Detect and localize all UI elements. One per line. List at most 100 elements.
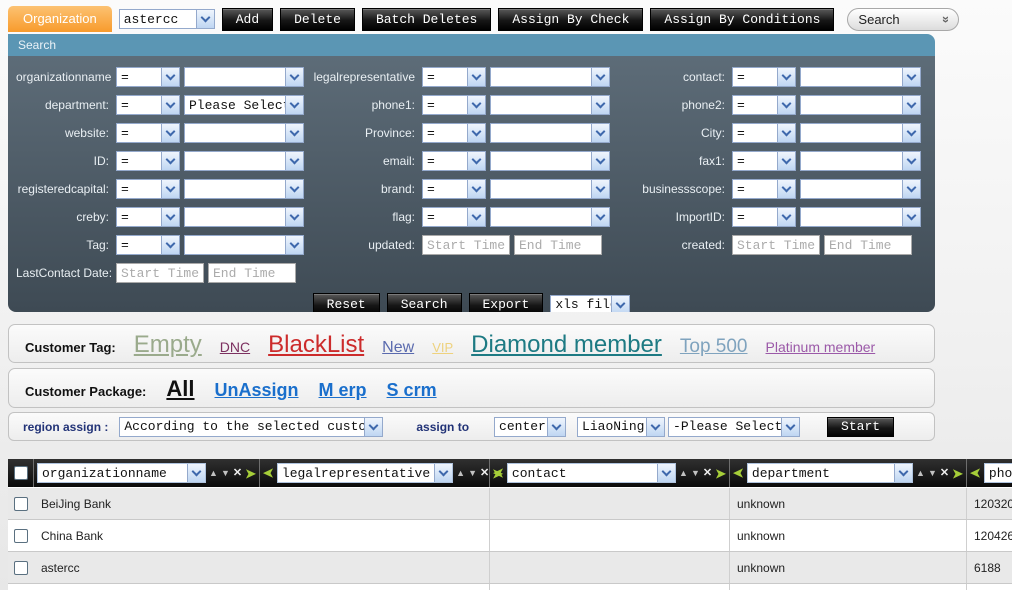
assign-by-conditions-button[interactable]: Assign By Conditions	[650, 8, 834, 31]
entity-select[interactable]: astercc	[119, 9, 215, 29]
export-format-select[interactable]: xls file	[550, 295, 630, 313]
sort-asc-icon[interactable]: ▲	[209, 469, 218, 478]
move-column-left-icon[interactable]: ➤	[263, 467, 274, 480]
tag-link-blacklist[interactable]: BlackList	[268, 331, 364, 359]
column-field-select-1[interactable]: organizationname	[37, 463, 206, 483]
businessscope-value-select[interactable]	[800, 179, 921, 199]
city-operator-select[interactable]: =	[732, 123, 796, 143]
column-field-select-4[interactable]: department	[747, 463, 913, 483]
created-start-time-input[interactable]	[732, 235, 820, 255]
department-value-select[interactable]: Please Select	[184, 95, 304, 115]
export-button[interactable]: Export	[469, 293, 544, 312]
delete-button[interactable]: Delete	[280, 8, 355, 31]
sort-desc-icon[interactable]: ▼	[468, 469, 477, 478]
search-collapse-toggle[interactable]: Search «	[847, 8, 959, 31]
move-column-left-icon[interactable]: ➤	[970, 467, 981, 480]
website-value-select[interactable]	[184, 123, 304, 143]
column-field-select-2[interactable]: legalrepresentative	[277, 463, 453, 483]
move-column-right-icon[interactable]: ➤	[715, 467, 726, 480]
move-column-left-icon[interactable]: ➤	[493, 467, 504, 480]
package-link-s-crm[interactable]: S crm	[387, 380, 437, 401]
fax1-operator-select[interactable]: =	[732, 151, 796, 171]
row-checkbox[interactable]	[14, 529, 28, 543]
remove-column-icon[interactable]: ✕	[233, 468, 242, 479]
sort-desc-icon[interactable]: ▼	[221, 469, 230, 478]
organizationname-value-select[interactable]	[184, 67, 304, 87]
phone2-operator-select[interactable]: =	[732, 95, 796, 115]
sort-asc-icon[interactable]: ▲	[456, 469, 465, 478]
assign-by-check-button[interactable]: Assign By Check	[498, 8, 643, 31]
column-field-select-5[interactable]: phone1	[984, 463, 1012, 483]
search-button[interactable]: Search	[387, 293, 462, 312]
tag-operator-select[interactable]: =	[116, 235, 180, 255]
row-checkbox[interactable]	[14, 497, 28, 511]
legalrepresentative-value-select[interactable]	[490, 67, 610, 87]
remove-column-icon[interactable]: ✕	[703, 468, 712, 479]
contact-value-select[interactable]	[800, 67, 921, 87]
tag-link-platinum-member[interactable]: Platinum member	[766, 339, 876, 355]
phone2-value-select[interactable]	[800, 95, 921, 115]
remove-column-icon[interactable]: ✕	[940, 468, 949, 479]
registeredcapital-value-select[interactable]	[184, 179, 304, 199]
created-end-time-input[interactable]	[824, 235, 912, 255]
tag-link-dnc[interactable]: DNC	[220, 339, 250, 355]
tab-organization[interactable]: Organization	[8, 6, 112, 32]
center-select[interactable]: center	[494, 417, 566, 437]
flag-operator-select[interactable]: =	[422, 207, 486, 227]
email-operator-select[interactable]: =	[422, 151, 486, 171]
importid-value-select[interactable]	[800, 207, 921, 227]
lastcontact-start-time-input[interactable]	[116, 263, 204, 283]
website-operator-select[interactable]: =	[116, 123, 180, 143]
city-assign-select[interactable]: -Please Select-	[668, 417, 800, 437]
tag-value-select[interactable]	[184, 235, 304, 255]
column-field-select-3[interactable]: contact	[507, 463, 676, 483]
id-value-select[interactable]	[184, 151, 304, 171]
batch-deletes-button[interactable]: Batch Deletes	[362, 8, 491, 31]
flag-value-select[interactable]	[490, 207, 610, 227]
registeredcapital-operator-select[interactable]: =	[116, 179, 180, 199]
reset-button[interactable]: Reset	[313, 293, 380, 312]
province-operator-select[interactable]: =	[422, 123, 486, 143]
city-value-select[interactable]	[800, 123, 921, 143]
move-column-right-icon[interactable]: ➤	[245, 467, 256, 480]
remove-column-icon[interactable]: ✕	[480, 468, 489, 479]
sort-asc-icon[interactable]: ▲	[679, 469, 688, 478]
importid-operator-select[interactable]: =	[732, 207, 796, 227]
tag-link-vip[interactable]: VIP	[432, 340, 453, 355]
tag-link-empty[interactable]: Empty	[134, 331, 202, 359]
province-assign-select[interactable]: LiaoNing	[577, 417, 665, 437]
brand-value-select[interactable]	[490, 179, 610, 199]
updated-start-time-input[interactable]	[422, 235, 510, 255]
brand-operator-select[interactable]: =	[422, 179, 486, 199]
row-checkbox[interactable]	[14, 561, 28, 575]
add-button[interactable]: Add	[222, 8, 273, 31]
sort-asc-icon[interactable]: ▲	[916, 469, 925, 478]
id-operator-select[interactable]: =	[116, 151, 180, 171]
phone1-operator-select[interactable]: =	[422, 95, 486, 115]
fax1-value-select[interactable]	[800, 151, 921, 171]
move-column-right-icon[interactable]: ➤	[952, 467, 963, 480]
department-operator-select[interactable]: =	[116, 95, 180, 115]
region-assign-mode-select[interactable]: According to the selected customer	[119, 417, 383, 437]
businessscope-operator-select[interactable]: =	[732, 179, 796, 199]
package-link-all[interactable]: All	[166, 376, 194, 402]
creby-operator-select[interactable]: =	[116, 207, 180, 227]
select-all-checkbox[interactable]	[14, 466, 28, 480]
email-value-select[interactable]	[490, 151, 610, 171]
sort-desc-icon[interactable]: ▼	[691, 469, 700, 478]
updated-end-time-input[interactable]	[514, 235, 602, 255]
organizationname-operator-select[interactable]: =	[116, 67, 180, 87]
lastcontact-end-time-input[interactable]	[208, 263, 296, 283]
creby-value-select[interactable]	[184, 207, 304, 227]
contact-operator-select[interactable]: =	[732, 67, 796, 87]
tag-link-diamond-member[interactable]: Diamond member	[471, 331, 662, 359]
move-column-left-icon[interactable]: ➤	[733, 467, 744, 480]
tag-link-new[interactable]: New	[382, 339, 414, 357]
legalrepresentative-operator-select[interactable]: =	[422, 67, 486, 87]
start-button[interactable]: Start	[827, 417, 894, 437]
sort-desc-icon[interactable]: ▼	[928, 469, 937, 478]
package-link-m-erp[interactable]: M erp	[319, 380, 367, 401]
tag-link-top-500[interactable]: Top 500	[680, 336, 748, 358]
package-link-unassign[interactable]: UnAssign	[215, 380, 299, 401]
province-value-select[interactable]	[490, 123, 610, 143]
